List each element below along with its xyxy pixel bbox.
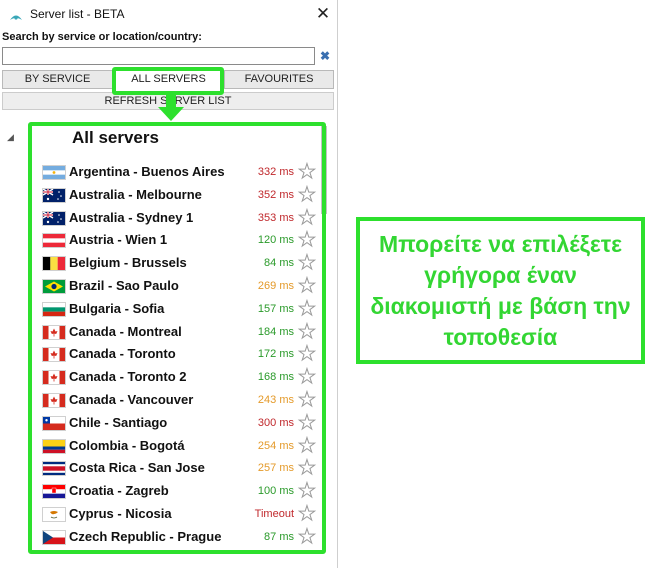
collapse-arrow-icon[interactable]: ◢ [7, 132, 14, 143]
callout-text: Μπορείτε να επιλέξετε γρήγορα έναν διακο… [370, 230, 631, 350]
highlight-frame-list [28, 122, 326, 554]
window-title: Server list - BETA [30, 7, 125, 21]
search-label: Search by service or location/country: [2, 31, 202, 43]
search-input[interactable] [2, 47, 315, 65]
tab-by-service[interactable]: BY SERVICE [2, 70, 113, 89]
clear-search-icon[interactable]: ✖ [320, 49, 330, 63]
app-logo-icon [9, 9, 23, 20]
tab-favourites[interactable]: FAVOURITES [224, 70, 334, 89]
close-button[interactable]: ✕ [312, 2, 334, 26]
title-bar: Server list - BETA ✕ [0, 0, 337, 30]
highlight-frame-tab [112, 67, 224, 95]
down-arrow-icon [158, 95, 184, 126]
callout-box: Μπορείτε να επιλέξετε γρήγορα έναν διακο… [356, 217, 645, 364]
